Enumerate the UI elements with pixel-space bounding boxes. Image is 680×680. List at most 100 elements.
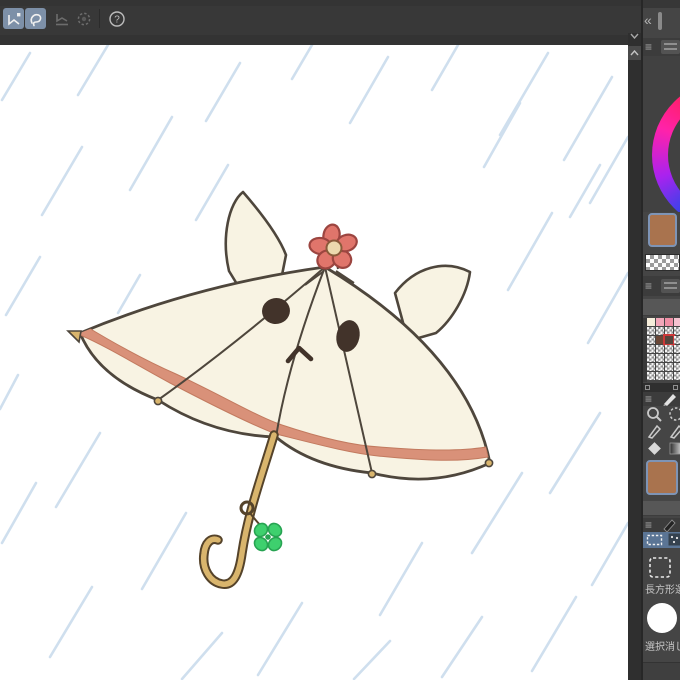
polyline-icon: [55, 13, 68, 25]
top-toolbar: ?: [0, 0, 641, 45]
palette-swatch[interactable]: [656, 372, 664, 380]
tool-panel-header: ≡: [643, 392, 680, 406]
rain-line: [128, 115, 174, 192]
canvas-scrollbar[interactable]: [628, 33, 641, 680]
zoom-tool-icon[interactable]: [646, 406, 663, 423]
palette-swatch[interactable]: [647, 372, 655, 380]
palette-swatch[interactable]: [663, 334, 675, 346]
palette-swatch[interactable]: [647, 327, 655, 335]
window-icon[interactable]: [673, 385, 678, 390]
palette-swatch[interactable]: [665, 372, 673, 380]
canvas-artwork: [0, 43, 630, 680]
help-icon: ?: [108, 10, 125, 27]
rain-line: [204, 61, 242, 123]
transparency-strip[interactable]: [645, 254, 680, 271]
subtool-extra-icon: [668, 533, 680, 546]
menu-icon[interactable]: ≡: [645, 280, 652, 292]
menu-icon[interactable]: ≡: [645, 519, 652, 531]
polyline-button[interactable]: [51, 8, 72, 29]
scroll-up-button[interactable]: [628, 46, 641, 60]
selection-tool-icon[interactable]: [668, 406, 680, 423]
subtool-tile-label: 長方形選択: [645, 585, 680, 596]
drawing-canvas[interactable]: [0, 43, 630, 680]
rain-line: [378, 541, 424, 617]
pencil-icon[interactable]: [668, 423, 680, 440]
lasso-select-button[interactable]: [25, 8, 46, 29]
color-wheel-header: ≡: [643, 38, 680, 56]
palette-swatch[interactable]: [674, 345, 680, 353]
eyedropper-diamond-icon[interactable]: [646, 440, 663, 457]
toolbar-separator: [99, 9, 100, 28]
rain-line: [140, 511, 188, 591]
rain-line: [116, 273, 142, 315]
help-button[interactable]: ?: [106, 8, 127, 29]
palette-swatch[interactable]: [647, 336, 655, 344]
menu-icon[interactable]: ≡: [645, 393, 652, 405]
palette-swatch[interactable]: [674, 327, 680, 335]
current-color-swatch[interactable]: [648, 213, 677, 247]
color-wheel-tab[interactable]: [661, 40, 680, 54]
color-set-header: ≡: [643, 276, 680, 296]
palette-swatch[interactable]: [647, 318, 655, 326]
rain-line: [548, 411, 602, 495]
subtool-selected-row[interactable]: [643, 532, 680, 548]
rain-line: [76, 43, 110, 97]
palette-swatch[interactable]: [665, 363, 673, 371]
ellipse-select-tile-icon[interactable]: [647, 603, 677, 633]
pen-tool-icon[interactable]: [661, 392, 679, 406]
rain-line: [530, 595, 578, 673]
palette-swatch[interactable]: [656, 345, 664, 353]
rain-line: [498, 51, 550, 137]
right-panel: « ≡ ≡ ≡ ≡ 長方形 選択消: [643, 0, 680, 680]
palette-swatch[interactable]: [656, 336, 664, 344]
palette-swatch[interactable]: [674, 336, 680, 344]
color-set-tab[interactable]: [661, 279, 680, 293]
rain-line: [0, 481, 38, 545]
rain-line: [586, 271, 630, 345]
palette-swatch[interactable]: [665, 318, 673, 326]
rain-line: [256, 601, 304, 677]
rain-line: [562, 75, 614, 162]
palette-swatch[interactable]: [656, 318, 664, 326]
palette-swatch[interactable]: [674, 318, 680, 326]
rain-line: [470, 471, 524, 555]
polyline-select-button[interactable]: [3, 8, 24, 29]
rain-line: [180, 631, 224, 680]
rain-line: [590, 521, 630, 587]
palette-swatch[interactable]: [674, 354, 680, 362]
tool-property-bar[interactable]: [643, 500, 680, 516]
gradient-tool-icon[interactable]: [668, 440, 680, 457]
palette-swatch[interactable]: [674, 372, 680, 380]
palette-swatch[interactable]: [656, 354, 664, 362]
palette-swatch[interactable]: [647, 345, 655, 353]
ellipse-select-icon: [77, 12, 90, 25]
palette-swatch[interactable]: [674, 363, 680, 371]
color-set-toolbar[interactable]: [643, 298, 680, 316]
scroll-down-arrow-icon[interactable]: [629, 31, 640, 41]
palette-swatch[interactable]: [665, 345, 673, 353]
palette-swatch[interactable]: [647, 363, 655, 371]
pen-icon[interactable]: [646, 423, 663, 440]
palette-swatch[interactable]: [647, 354, 655, 362]
rain-line: [290, 43, 314, 81]
color-wheel-panel: [643, 56, 680, 212]
rain-line: [352, 639, 392, 680]
palette-swatch[interactable]: [656, 363, 664, 371]
tool-color-swatch[interactable]: [646, 460, 678, 495]
scroll-up-arrow-icon: [630, 50, 639, 56]
color-set-palette: [647, 318, 680, 380]
palette-swatch[interactable]: [665, 327, 673, 335]
menu-icon[interactable]: ≡: [645, 41, 652, 53]
ellipse-select-button[interactable]: [73, 8, 94, 29]
collapse-panel-button[interactable]: «: [644, 12, 652, 28]
window-icon[interactable]: [645, 385, 650, 390]
panel-grip-handle[interactable]: [658, 12, 662, 30]
panel-bottom-strip: [643, 663, 680, 680]
dark-pen-icon[interactable]: [661, 518, 679, 532]
palette-swatch[interactable]: [656, 327, 664, 335]
rectangle-select-tile-icon[interactable]: [648, 556, 672, 579]
app-window: { "toolbar": { "collapse_glyph": "\u00ab…: [0, 0, 680, 680]
palette-swatch[interactable]: [665, 354, 673, 362]
rain-line: [430, 43, 460, 92]
tool-panel-titlebar: [643, 383, 680, 392]
